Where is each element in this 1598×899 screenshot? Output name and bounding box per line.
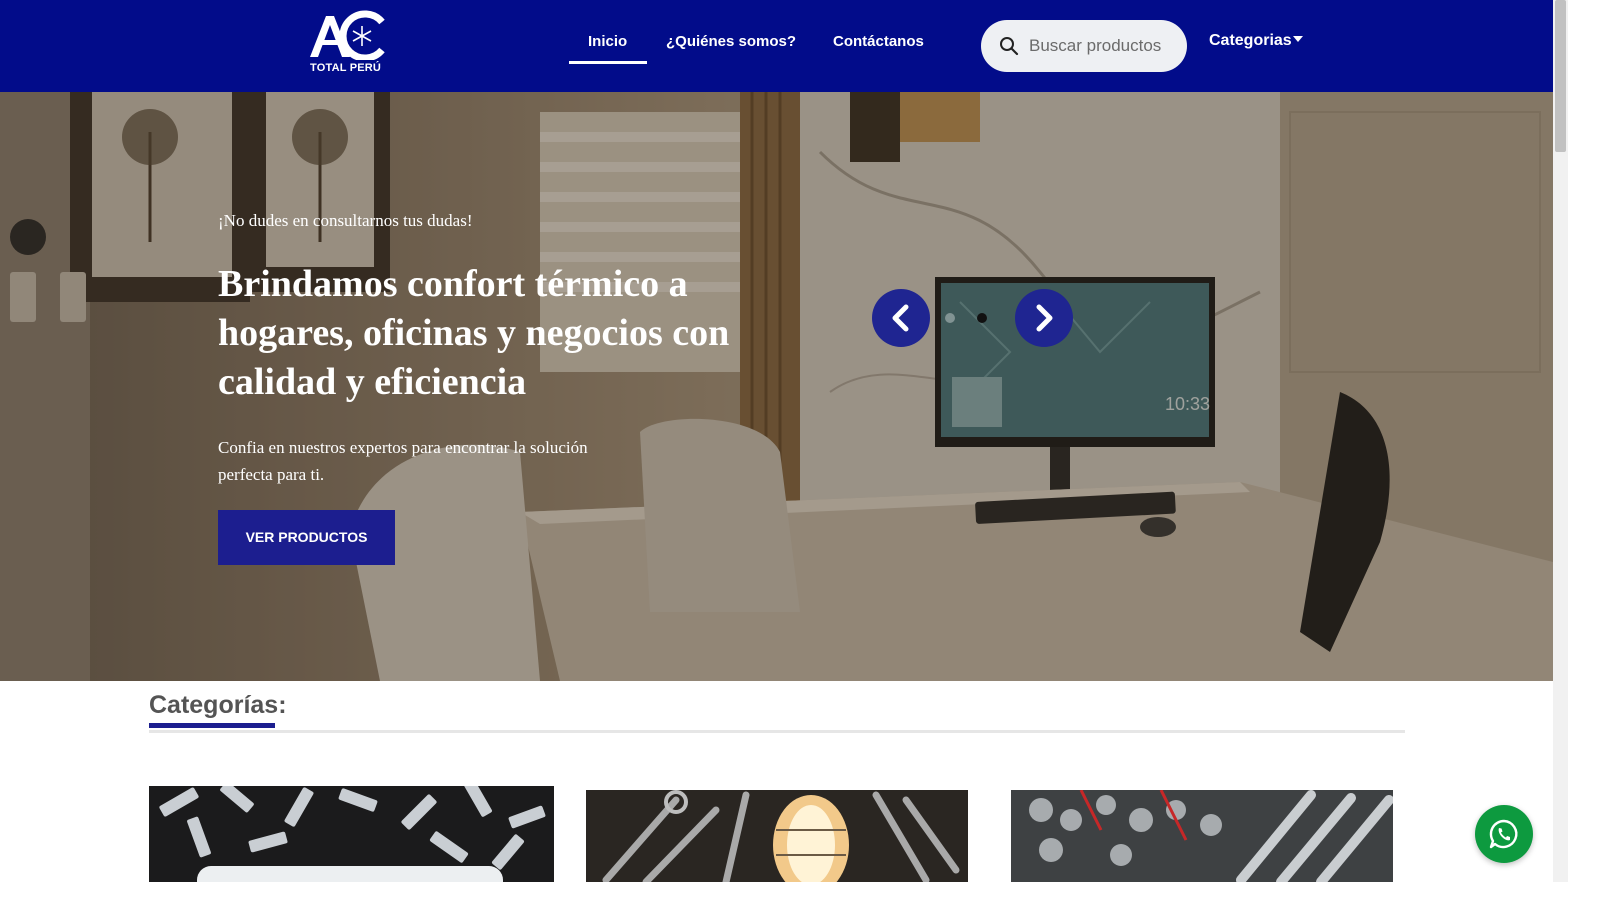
slider-dot-1[interactable] <box>945 313 955 323</box>
logo-text: TOTAL PERÚ <box>310 62 382 74</box>
page-scrollbar[interactable] <box>1553 0 1568 882</box>
hero-description: Confia en nuestros expertos para encontr… <box>218 438 588 484</box>
socket-wrench-set-image <box>1011 790 1393 882</box>
chevron-right-icon <box>1036 304 1053 332</box>
site-logo[interactable]: TOTAL PERÚ <box>306 10 388 76</box>
scrollbar-thumb[interactable] <box>1555 0 1566 152</box>
nav-link-inicio[interactable]: Inicio <box>588 33 627 50</box>
chevron-left-icon <box>892 304 909 332</box>
category-card-air-conditioners[interactable] <box>149 786 554 882</box>
slider-prev-button[interactable] <box>872 289 930 347</box>
categories-divider <box>149 730 1405 733</box>
site-header: TOTAL PERÚ Inicio ¿Quiénes somos? Contác… <box>0 0 1553 92</box>
categories-dropdown-label: Categorias <box>1209 32 1292 49</box>
hero-kicker: ¡No dudes en consultarnos tus dudas! <box>218 211 473 230</box>
tools-and-lamp-image <box>586 790 968 882</box>
view-products-button[interactable]: VER PRODUCTOS <box>218 510 395 565</box>
hero-slider: 10:33 ¡No dudes en consultarnos tus duda… <box>0 92 1553 681</box>
search-icon[interactable] <box>999 36 1019 56</box>
categories-heading-underline <box>149 723 275 728</box>
nav-link-contactanos[interactable]: Contáctanos <box>833 33 924 50</box>
search-box[interactable] <box>981 20 1187 72</box>
category-card-tools[interactable] <box>586 790 968 882</box>
caret-down-icon <box>1292 36 1303 43</box>
active-nav-indicator <box>569 61 647 64</box>
search-input[interactable] <box>1029 34 1179 58</box>
nav-link-quienes-somos[interactable]: ¿Quiénes somos? <box>666 33 796 50</box>
air-conditioner-units-image <box>149 786 554 882</box>
categories-heading: Categorías: <box>149 691 287 719</box>
category-card-socket-sets[interactable] <box>1011 790 1393 882</box>
hero-title: Brindamos confort térmico a hogares, ofi… <box>218 263 730 403</box>
slider-dot-2[interactable] <box>977 313 987 323</box>
slider-next-button[interactable] <box>1015 289 1073 347</box>
whatsapp-icon <box>1489 819 1518 849</box>
logo-mark-icon <box>310 10 385 60</box>
categories-dropdown[interactable]: Categorias <box>1209 32 1303 50</box>
snowflake-icon <box>352 26 372 46</box>
whatsapp-button[interactable] <box>1475 805 1533 863</box>
